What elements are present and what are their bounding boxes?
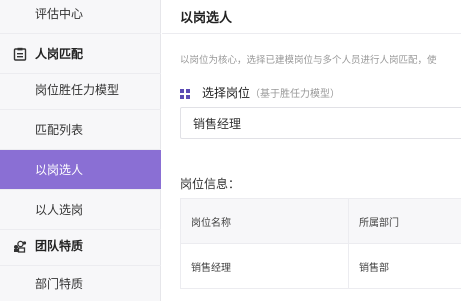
team-icon: [13, 239, 27, 253]
sidebar-group-label: 人岗匹配: [35, 47, 84, 61]
divider: [162, 33, 461, 34]
column-header-position-name: 岗位名称: [180, 199, 348, 243]
sidebar-group-job-matching[interactable]: 人岗匹配: [0, 34, 161, 74]
grid-icon: [180, 88, 190, 99]
sidebar-item-competency-model[interactable]: 岗位胜任力模型: [0, 70, 161, 110]
table-header-row: 岗位名称 所属部门: [180, 199, 461, 244]
sidebar-item-label: 评估中心: [35, 7, 84, 21]
position-select-value: 销售经理: [193, 116, 242, 131]
sidebar-item-label: 部门特质: [35, 277, 84, 291]
position-info-table: 岗位名称 所属部门 销售经理 销售部: [180, 198, 461, 289]
sidebar-item-select-by-person[interactable]: 以人选岗: [0, 190, 161, 230]
sidebar-group-label: 团队特质: [35, 239, 84, 253]
sidebar-item-label: 匹配列表: [35, 123, 84, 137]
sidebar-item-evaluation-center[interactable]: 评估中心: [0, 0, 161, 34]
table-cell-department: 销售部: [348, 244, 461, 288]
table-row: 销售经理 销售部: [180, 244, 461, 289]
sidebar: 评估中心 人岗匹配 岗位胜任力模型 匹配列表 以岗选人 以人选岗 团队特质 部门…: [0, 0, 161, 301]
clipboard-icon: [13, 47, 27, 61]
page-description: 以岗位为核心，选择已建模岗位与多个人员进行人岗匹配，使: [180, 55, 437, 66]
main-content: 以岗选人 以岗位为核心，选择已建模岗位与多个人员进行人岗匹配，使 选择岗位 （基…: [162, 0, 461, 301]
sidebar-item-select-by-position[interactable]: 以岗选人: [0, 150, 161, 190]
sidebar-item-label: 岗位胜任力模型: [35, 83, 120, 97]
page-title: 以岗选人: [180, 11, 233, 26]
sidebar-item-label: 以人选岗: [35, 203, 84, 217]
sidebar-item-department-traits[interactable]: 部门特质: [0, 264, 161, 301]
position-info-title: 岗位信息：: [180, 177, 241, 191]
sidebar-group-team-traits[interactable]: 团队特质: [0, 226, 161, 266]
select-position-label: 选择岗位 （基于胜任力模型）: [180, 84, 340, 101]
select-position-hint: （基于胜任力模型）: [250, 89, 341, 100]
sidebar-item-label: 以岗选人: [35, 163, 84, 177]
table-cell-position-name: 销售经理: [180, 244, 348, 288]
sidebar-item-match-list[interactable]: 匹配列表: [0, 110, 161, 150]
select-position-text: 选择岗位: [202, 86, 251, 100]
position-select[interactable]: 销售经理: [180, 107, 461, 139]
column-header-department: 所属部门: [348, 199, 461, 243]
